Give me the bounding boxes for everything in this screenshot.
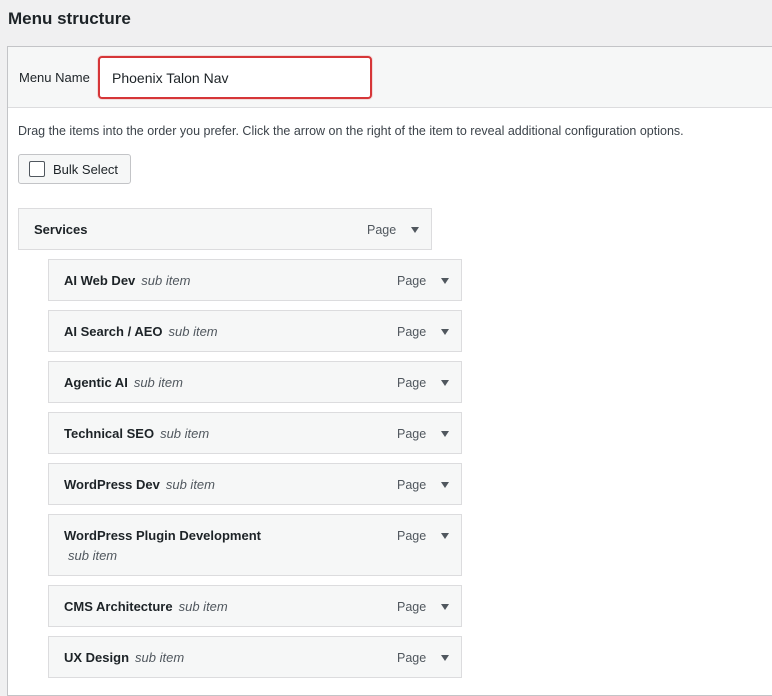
menu-item-type: Page (397, 376, 427, 390)
menu-item-ai-search-aeo[interactable]: AI Search / AEO sub item Page (48, 310, 462, 352)
drag-instructions: Drag the items into the order you prefer… (18, 124, 684, 138)
page-title: Menu structure (8, 9, 131, 28)
menu-item-title: WordPress Plugin Development (64, 528, 261, 543)
menu-item-sub-label: sub item (135, 650, 185, 665)
menu-item-services[interactable]: Services Page (18, 208, 432, 250)
menu-item-type: Page (397, 529, 427, 543)
menu-item-title: Agentic AI sub item (64, 375, 183, 390)
menu-item-title-text: WordPress Dev (64, 477, 160, 492)
menu-item-sub-label: sub item (68, 548, 118, 563)
menu-header: Menu Name (8, 47, 772, 108)
menu-item-sub-label: sub item (168, 324, 218, 339)
menu-item-ai-web-dev[interactable]: AI Web Dev sub item Page (48, 259, 462, 301)
menu-item-type: Page (397, 325, 427, 339)
menu-item-sub-label: sub item (160, 426, 210, 441)
menu-item-title-text: UX Design (64, 650, 130, 665)
menu-item-title: CMS Architecture sub item (64, 599, 228, 614)
menu-item-type: Page (397, 427, 427, 441)
menu-item-sub-label: sub item (165, 477, 215, 492)
menu-item-sub-label: sub item (178, 599, 228, 614)
bulk-select-label: Bulk Select (53, 161, 119, 177)
menu-item-ux-design[interactable]: UX Design sub item Page (48, 636, 462, 678)
menu-name-input[interactable] (98, 56, 372, 99)
menu-item-cms-architecture[interactable]: CMS Architecture sub item Page (48, 585, 462, 627)
menu-structure-panel: Menu Name Drag the items into the order … (7, 46, 772, 696)
expand-arrow-icon[interactable] (441, 655, 449, 661)
menu-item-wordpress-dev[interactable]: WordPress Dev sub item Page (48, 463, 462, 505)
expand-arrow-icon[interactable] (441, 380, 449, 386)
expand-arrow-icon[interactable] (441, 604, 449, 610)
menu-item-sub-label: sub item (133, 375, 183, 390)
expand-arrow-icon[interactable] (441, 533, 449, 539)
menu-item-title: UX Design sub item (64, 650, 184, 665)
menu-item-type: Page (397, 478, 427, 492)
menu-item-type: Page (397, 651, 427, 665)
menu-item-type: Page (397, 600, 427, 614)
menu-item-title: Services (34, 222, 88, 237)
menu-item-title-text: Technical SEO (64, 426, 155, 441)
expand-arrow-icon[interactable] (441, 278, 449, 284)
menu-item-wordpress-plugin-development[interactable]: WordPress Plugin Development sub item Pa… (48, 514, 462, 576)
menu-item-type: Page (367, 223, 397, 237)
bulk-select-checkbox[interactable] (29, 161, 45, 177)
expand-arrow-icon[interactable] (441, 482, 449, 488)
expand-arrow-icon[interactable] (411, 227, 419, 233)
menu-item-title-text: AI Web Dev (64, 273, 136, 288)
bulk-select-button[interactable]: Bulk Select (18, 154, 131, 184)
menu-item-title: AI Search / AEO sub item (64, 324, 218, 339)
expand-arrow-icon[interactable] (441, 431, 449, 437)
menu-name-label: Menu Name (19, 70, 90, 85)
menu-item-title: Technical SEO sub item (64, 426, 209, 441)
menu-item-type: Page (397, 274, 427, 288)
menu-item-technical-seo[interactable]: Technical SEO sub item Page (48, 412, 462, 454)
menu-item-title: WordPress Dev sub item (64, 477, 215, 492)
menu-item-sub-label: sub item (141, 273, 191, 288)
menu-item-title-text: CMS Architecture (64, 599, 173, 614)
menu-item-title-text: AI Search / AEO (64, 324, 163, 339)
menu-item-title: AI Web Dev sub item (64, 273, 190, 288)
expand-arrow-icon[interactable] (441, 329, 449, 335)
menu-item-agentic-ai[interactable]: Agentic AI sub item Page (48, 361, 462, 403)
menu-item-title-text: Agentic AI (64, 375, 128, 390)
